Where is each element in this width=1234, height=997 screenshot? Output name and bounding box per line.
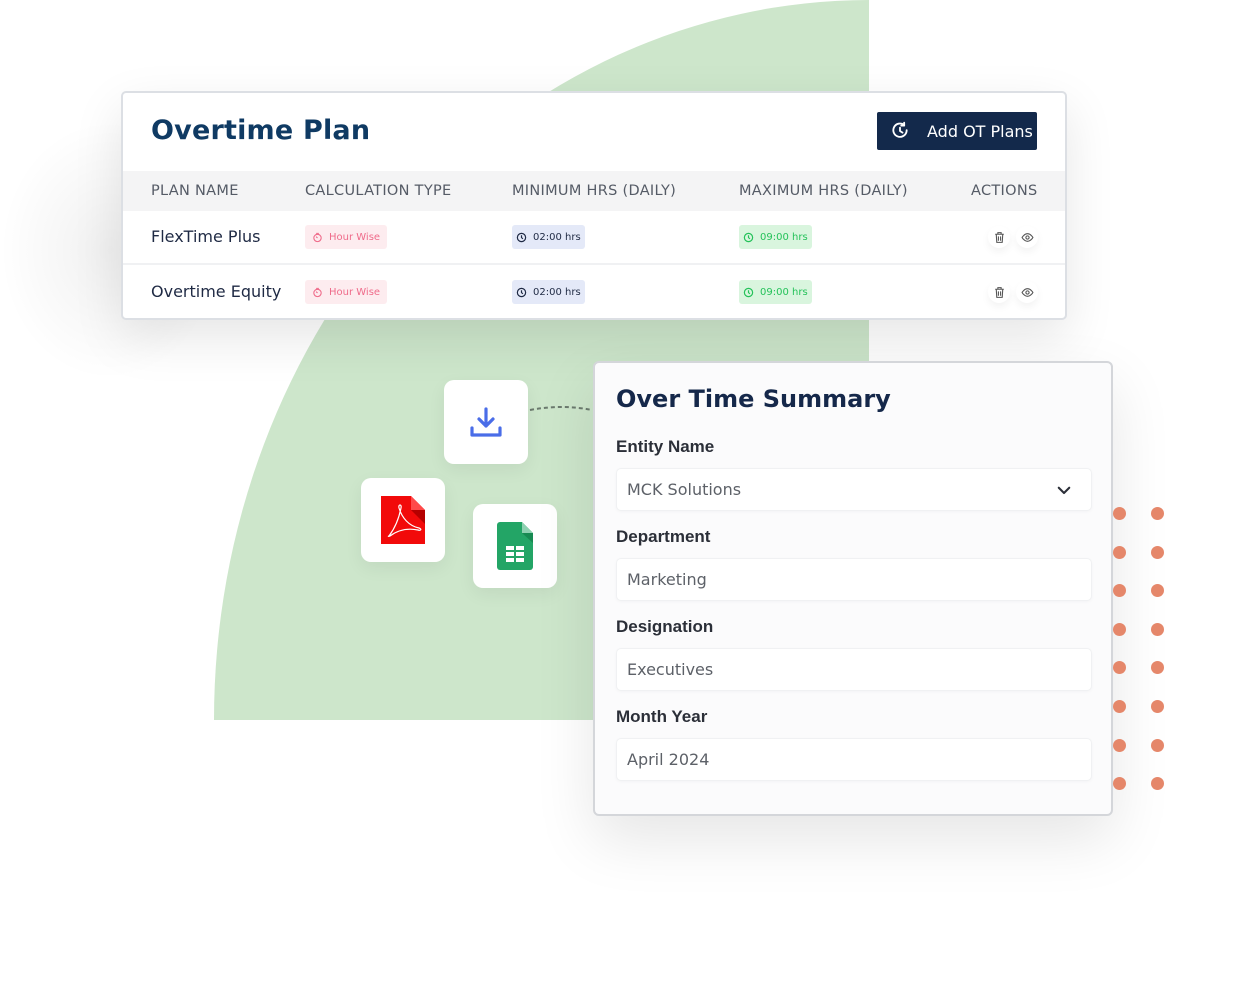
summary-title: Over Time Summary [616,385,891,413]
trash-icon [994,286,1004,298]
delete-button[interactable] [988,281,1010,303]
decorative-dot [1151,661,1164,675]
decorative-dot [1113,545,1126,559]
min-hrs-label: 02:00 hrs [533,231,581,243]
column-header-actions: ACTIONS [971,183,1038,199]
month-year-label: Month Year [616,707,708,726]
min-hrs-label: 02:00 hrs [533,286,581,298]
min-hrs-badge: 02:00 hrs [512,280,585,304]
entity-name-label: Entity Name [616,437,715,456]
column-header-plan-name[interactable]: PLAN NAME [151,183,239,199]
decorative-dot [1151,584,1164,598]
timer-icon [313,287,322,297]
pdf-file-icon [381,496,425,544]
plan-name-cell: Overtime Equity [151,282,282,301]
entity-name-value: MCK Solutions [627,480,742,499]
decorative-dot [1151,700,1164,713]
add-ot-plans-label: Add OT Plans [927,121,1033,141]
decorative-dot [1151,507,1164,520]
decorative-dot [1151,622,1164,636]
dashed-connector [529,406,593,411]
eye-icon [1020,232,1034,242]
add-ot-plans-button[interactable]: Add OT Plans [877,112,1037,150]
max-hrs-badge: 09:00 hrs [739,280,812,304]
overtime-summary-card: Over Time Summary Entity Name MCK Soluti… [593,361,1113,816]
download-button[interactable] [444,380,528,464]
clock-icon [743,287,754,297]
table-row: Overtime Equity Hour Wise 02:00 hrs 09:0… [123,266,1065,318]
table-row: FlexTime Plus Hour Wise 02:00 hrs 09:00 … [123,211,1065,265]
overtime-plan-title: Overtime Plan [151,115,371,146]
decorative-dot [1151,545,1164,559]
delete-button[interactable] [988,226,1010,248]
calculation-type-badge: Hour Wise [305,280,388,304]
download-icon [470,407,502,437]
decorative-dot [1113,622,1126,636]
clock-refresh-icon [892,121,908,138]
decorative-dot [1113,507,1126,520]
decorative-dot [1151,777,1164,791]
decorative-dot [1113,700,1126,713]
max-hrs-badge: 09:00 hrs [739,225,812,249]
decorative-dot [1113,777,1126,791]
clock-icon [516,287,527,297]
chevron-down-icon [1057,486,1071,495]
spreadsheet-export-button[interactable] [473,504,557,588]
month-year-field[interactable]: April 2024 [616,738,1092,781]
table-header: PLAN NAME CALCULATION TYPE MINIMUM HRS (… [123,171,1065,211]
designation-field[interactable]: Executives [616,648,1092,691]
department-label: Department [616,527,711,546]
spreadsheet-file-icon [497,522,533,570]
calculation-type-label: Hour Wise [329,231,381,243]
view-button[interactable] [1016,226,1038,248]
clock-icon [516,232,527,242]
view-button[interactable] [1016,281,1038,303]
department-value: Marketing [627,570,707,589]
month-year-value: April 2024 [627,750,710,769]
plan-name-cell: FlexTime Plus [151,227,261,246]
eye-icon [1020,287,1034,297]
calculation-type-label: Hour Wise [329,286,381,298]
clock-icon [743,232,754,242]
calculation-type-badge: Hour Wise [305,225,388,249]
designation-value: Executives [627,660,714,679]
column-header-maximum-hrs[interactable]: MAXIMUM HRS (DAILY) [739,183,908,199]
column-header-calculation-type[interactable]: CALCULATION TYPE [305,183,452,199]
designation-label: Designation [616,617,714,636]
timer-icon [313,232,322,242]
department-field[interactable]: Marketing [616,558,1092,601]
pdf-export-button[interactable] [361,478,445,562]
max-hrs-label: 09:00 hrs [760,286,808,298]
max-hrs-label: 09:00 hrs [760,231,808,243]
column-header-minimum-hrs[interactable]: MINIMUM HRS (DAILY) [512,183,676,199]
entity-name-select[interactable]: MCK Solutions [616,468,1092,511]
trash-icon [994,231,1004,243]
decorative-dot [1151,738,1164,752]
decorative-dot [1113,661,1126,675]
decorative-dot [1113,738,1126,752]
overtime-plan-card: Overtime Plan Add OT Plans PLAN NAME CAL… [121,91,1067,320]
min-hrs-badge: 02:00 hrs [512,225,585,249]
decorative-dot [1113,584,1126,598]
